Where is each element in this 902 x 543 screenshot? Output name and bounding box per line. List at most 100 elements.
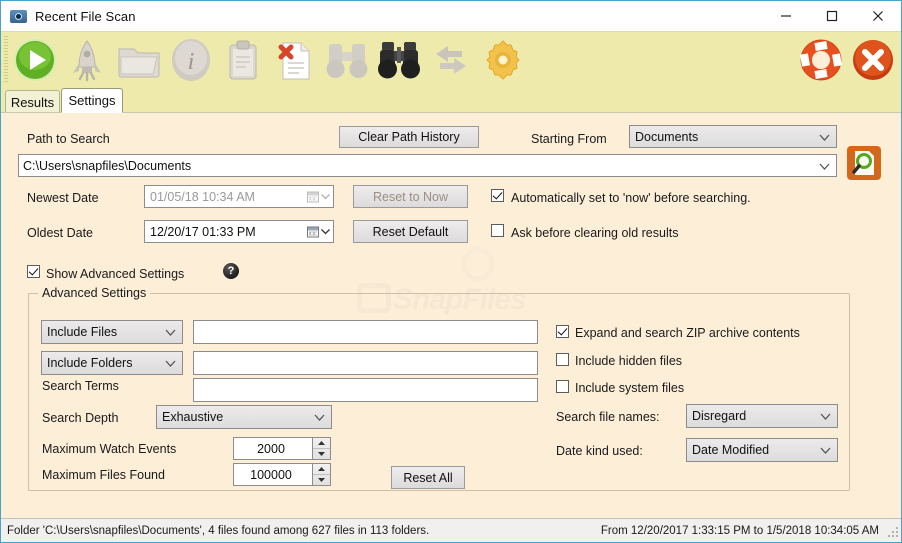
status-bar: Folder 'C:\Users\snapfiles\Documents', 4… — [1, 518, 901, 542]
max-watch-events-value: 2000 — [257, 441, 285, 456]
chevron-down-icon — [165, 356, 176, 370]
status-right-text: From 12/20/2017 1:33:15 PM to 1/5/2018 1… — [600, 524, 879, 537]
include-folders-option: Include Folders — [47, 356, 133, 370]
clear-results-button[interactable] — [271, 36, 319, 84]
folder-icon — [118, 48, 160, 78]
green-play-icon — [14, 39, 56, 81]
oldest-date-input[interactable]: 12/20/17 01:33 PM — [144, 220, 334, 243]
search-depth-label: Search Depth — [42, 411, 119, 425]
tab-results[interactable]: Results — [5, 90, 60, 113]
help-button[interactable] — [797, 36, 845, 84]
reset-all-button[interactable]: Reset All — [391, 466, 465, 489]
include-hidden-label: Include hidden files — [575, 354, 683, 368]
clipboard-button[interactable] — [219, 36, 267, 84]
max-watch-events-stepper[interactable]: 2000 — [233, 437, 331, 460]
spinner-buttons[interactable] — [312, 438, 330, 459]
settings-panel: SnapFiles Path to Search Clear Path Hist… — [1, 112, 901, 512]
spinner-down-icon[interactable] — [313, 449, 330, 459]
date-kind-label: Date kind used: — [556, 444, 643, 458]
watch-disabled-button[interactable] — [323, 36, 371, 84]
include-folders-input[interactable] — [193, 351, 538, 375]
toolbar: i — [1, 31, 901, 87]
chevron-down-icon — [819, 159, 830, 173]
exit-button[interactable] — [849, 36, 897, 84]
swap-button[interactable] — [427, 36, 475, 84]
status-left-text: Folder 'C:\Users\snapfiles\Documents', 4… — [7, 524, 430, 537]
search-file-names-label: Search file names: — [556, 410, 660, 424]
reset-all-label: Reset All — [403, 470, 453, 485]
chevron-down-icon — [314, 410, 325, 424]
run-search-button[interactable] — [847, 146, 881, 180]
max-watch-events-label: Maximum Watch Events — [42, 442, 177, 456]
show-advanced-label: Show Advanced Settings — [46, 267, 185, 281]
camera-lens-icon — [10, 8, 27, 25]
help-glyph: ? — [227, 264, 235, 277]
rocket-icon — [73, 40, 101, 82]
clear-path-history-label: Clear Path History — [358, 130, 460, 144]
include-files-input[interactable] — [193, 320, 538, 344]
tab-settings-label: Settings — [68, 93, 116, 108]
search-terms-input[interactable] — [193, 378, 538, 402]
show-advanced-checkbox[interactable] — [27, 265, 40, 278]
tab-results-label: Results — [10, 94, 55, 110]
starting-from-select[interactable]: Documents — [629, 125, 837, 148]
expand-zip-checkbox[interactable] — [556, 325, 569, 338]
info-circle-icon: i — [172, 39, 210, 81]
spinner-buttons[interactable] — [312, 464, 330, 485]
tab-settings[interactable]: Settings — [61, 88, 123, 113]
include-folders-select[interactable]: Include Folders — [41, 351, 183, 375]
path-to-search-label: Path to Search — [27, 132, 110, 146]
options-button[interactable] — [479, 36, 527, 84]
binoculars-icon — [378, 42, 420, 79]
maximize-icon[interactable] — [809, 1, 855, 31]
date-kind-select[interactable]: Date Modified — [686, 438, 838, 462]
clipboard-icon — [229, 40, 257, 80]
reset-default-button[interactable]: Reset Default — [353, 220, 468, 243]
newest-date-label: Newest Date — [27, 191, 99, 205]
window-title: Recent File Scan — [35, 8, 136, 24]
search-terms-label: Search Terms — [42, 379, 119, 393]
newest-date-input[interactable]: 01/05/18 10:34 AM — [144, 185, 334, 208]
search-file-names-value: Disregard — [692, 409, 747, 423]
spinner-up-icon[interactable] — [313, 438, 330, 449]
date-picker-icon[interactable] — [307, 191, 330, 202]
newest-date-value: 01/05/18 10:34 AM — [150, 189, 255, 204]
path-input[interactable]: C:\Users\snapfiles\Documents — [18, 154, 837, 177]
max-files-found-value: 100000 — [250, 467, 292, 482]
chevron-down-icon — [820, 409, 831, 423]
ask-clear-checkbox[interactable] — [491, 224, 504, 237]
expand-zip-label: Expand and search ZIP archive contents — [575, 326, 800, 340]
auto-now-checkbox[interactable] — [491, 189, 504, 202]
open-folder-button[interactable] — [115, 36, 163, 84]
window-controls — [763, 1, 901, 31]
watch-button[interactable] — [375, 36, 423, 84]
document-delete-icon — [278, 42, 310, 80]
help-question-icon[interactable]: ? — [223, 263, 239, 279]
advanced-settings-title: Advanced Settings — [38, 286, 151, 300]
include-hidden-checkbox[interactable] — [556, 353, 569, 366]
ask-clear-label: Ask before clearing old results — [511, 226, 679, 240]
toolbar-grip[interactable] — [4, 36, 8, 84]
search-file-names-select[interactable]: Disregard — [686, 404, 838, 428]
reset-to-now-button[interactable]: Reset to Now — [353, 185, 468, 208]
include-files-select[interactable]: Include Files — [41, 320, 183, 344]
date-picker-icon[interactable] — [307, 226, 330, 237]
close-icon[interactable] — [855, 1, 901, 31]
search-depth-select[interactable]: Exhaustive — [156, 405, 332, 429]
oldest-date-label: Oldest Date — [27, 226, 94, 240]
resize-grip-icon[interactable] — [886, 527, 898, 539]
minimize-icon[interactable] — [763, 1, 809, 31]
include-system-checkbox[interactable] — [556, 380, 569, 393]
spinner-up-icon[interactable] — [313, 464, 330, 475]
include-files-option: Include Files — [47, 325, 118, 339]
clear-path-history-button[interactable]: Clear Path History — [339, 126, 479, 148]
launch-button[interactable] — [63, 36, 111, 84]
oldest-date-value: 12/20/17 01:33 PM — [150, 224, 256, 239]
start-scan-button[interactable] — [11, 36, 59, 84]
info-button[interactable]: i — [167, 36, 215, 84]
spinner-down-icon[interactable] — [313, 475, 330, 485]
title-bar: Recent File Scan — [1, 1, 901, 31]
chevron-down-icon — [819, 130, 830, 144]
include-system-label: Include system files — [575, 381, 685, 395]
max-files-found-stepper[interactable]: 100000 — [233, 463, 331, 486]
